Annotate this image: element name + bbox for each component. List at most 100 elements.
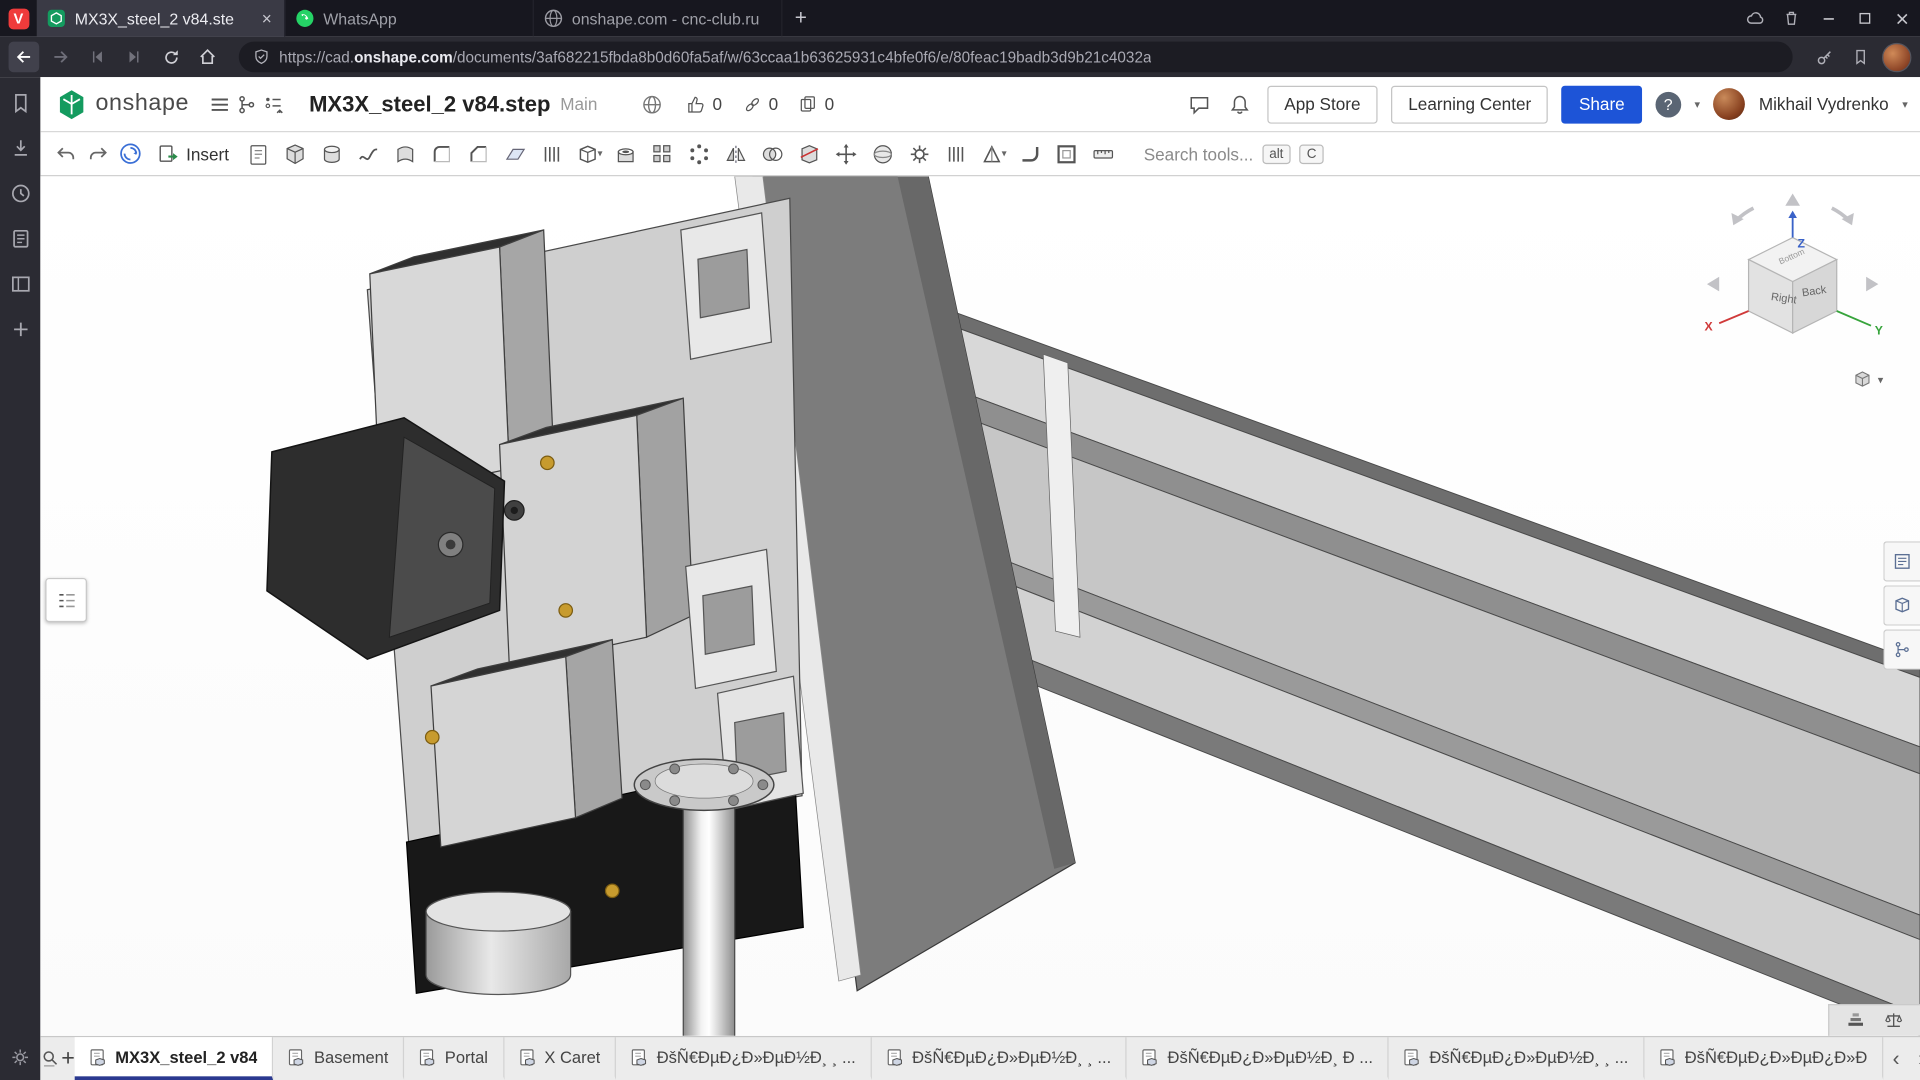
- search-tabs-button[interactable]: [40, 1037, 61, 1080]
- browser-tab[interactable]: WhatsApp: [285, 0, 534, 37]
- tab-close-icon[interactable]: ×: [259, 9, 274, 29]
- globe-favicon-icon: [544, 9, 564, 29]
- scroll-tabs-left-button[interactable]: ‹: [1883, 1037, 1909, 1080]
- parts-panel-toggle[interactable]: [1883, 541, 1920, 581]
- public-globe-icon[interactable]: [639, 91, 666, 118]
- element-tab[interactable]: ÐšÑ€ÐµÐ¿Ð»ÐµÐ½Ð¸ ¸ ...: [616, 1037, 871, 1080]
- browser-menu-button[interactable]: V: [0, 0, 37, 37]
- view-options-button[interactable]: ▾: [1848, 367, 1888, 391]
- tool-circular-pattern-button[interactable]: [681, 137, 718, 171]
- tool-thread-button[interactable]: [938, 137, 975, 171]
- sync-rotate-button[interactable]: [114, 138, 146, 170]
- search-tools[interactable]: Search tools... alt C: [1144, 144, 1324, 164]
- element-tab[interactable]: Portal: [404, 1037, 504, 1080]
- user-menu-caret-icon[interactable]: ▾: [1902, 97, 1908, 110]
- workspace-name[interactable]: Main: [560, 94, 597, 114]
- sync-cloud-icon[interactable]: [1736, 0, 1773, 37]
- new-tab-button[interactable]: +: [782, 0, 819, 37]
- element-tab[interactable]: ÐšÑ€ÐµÐ¿Ð»ÐµÐ¿Ð»Ð: [1644, 1037, 1883, 1080]
- minimize-button[interactable]: [1810, 0, 1847, 37]
- tool-chamfer-button[interactable]: [460, 137, 497, 171]
- tool-sheet-metal-button[interactable]: [1011, 137, 1048, 171]
- tool-surface-button[interactable]: [865, 137, 902, 171]
- layers-icon[interactable]: [1846, 1010, 1867, 1031]
- tool-hole-button[interactable]: [607, 137, 644, 171]
- element-tab[interactable]: ÐšÑ€ÐµÐ¿Ð»ÐµÐ½Ð¸ Ð ...: [1127, 1037, 1389, 1080]
- versions-panel-toggle[interactable]: [1883, 629, 1920, 669]
- reload-button[interactable]: [156, 42, 187, 73]
- insert-button[interactable]: Insert: [146, 142, 240, 165]
- element-tab[interactable]: ÐšÑ€ÐµÐ¿Ð»ÐµÐ½Ð¸ ¸ ...: [1389, 1037, 1644, 1080]
- follow-mode-icon[interactable]: [260, 91, 287, 118]
- address-bar[interactable]: https://cad.onshape.com/documents/3af682…: [239, 42, 1793, 73]
- shield-icon[interactable]: [252, 48, 270, 66]
- passwords-key-icon[interactable]: [1809, 42, 1840, 73]
- windows-panel-icon[interactable]: [9, 273, 31, 295]
- links-stat[interactable]: 0: [742, 94, 778, 115]
- tool-alignment-button[interactable]: ▾: [975, 137, 1012, 171]
- tool-boolean-button[interactable]: [754, 137, 791, 171]
- history-panel-icon[interactable]: [9, 182, 31, 204]
- tool-appearance-button[interactable]: [901, 137, 938, 171]
- feature-tree-toggle[interactable]: [45, 578, 87, 622]
- graphics-viewport[interactable]: Right Back Bottom Z X Y ▾: [40, 176, 1920, 1036]
- element-tab[interactable]: ÐšÑ€ÐµÐ¿Ð»ÐµÐ½Ð¸ ¸ ...: [872, 1037, 1127, 1080]
- model-canvas[interactable]: [40, 176, 1920, 1036]
- bookmarks-panel-icon[interactable]: [9, 92, 31, 114]
- home-button[interactable]: [192, 42, 223, 73]
- learning-center-button[interactable]: Learning Center: [1391, 85, 1548, 123]
- maximize-button[interactable]: [1847, 0, 1884, 37]
- likes-stat[interactable]: 0: [686, 94, 722, 115]
- browser-tab[interactable]: onshape.com - cnc-club.ru: [534, 0, 783, 37]
- app-store-button[interactable]: App Store: [1267, 85, 1378, 123]
- configurations-panel-toggle[interactable]: [1883, 585, 1920, 625]
- undo-button[interactable]: [50, 138, 82, 170]
- notifications-bell-icon[interactable]: [1227, 91, 1254, 118]
- tool-draft-button[interactable]: [497, 137, 534, 171]
- tool-rib-button[interactable]: [534, 137, 571, 171]
- tool-loft-button[interactable]: [387, 137, 424, 171]
- tool-sketch-button[interactable]: [240, 137, 277, 171]
- tool-mirror-button[interactable]: [718, 137, 755, 171]
- tool-split-button[interactable]: [791, 137, 828, 171]
- tool-fillet-button[interactable]: [424, 137, 461, 171]
- redo-button[interactable]: [82, 138, 114, 170]
- help-caret-icon[interactable]: ▾: [1695, 97, 1701, 110]
- mass-properties-scale-icon[interactable]: [1883, 1010, 1904, 1031]
- versions-tree-icon[interactable]: [233, 91, 260, 118]
- user-avatar[interactable]: [1714, 88, 1746, 120]
- forward-button[interactable]: [45, 42, 76, 73]
- scroll-tabs-right-button[interactable]: ›: [1909, 1037, 1920, 1080]
- tool-revolve-button[interactable]: [313, 137, 350, 171]
- tool-transform-button[interactable]: [828, 137, 865, 171]
- fast-forward-button[interactable]: [119, 42, 150, 73]
- view-cube[interactable]: Right Back Bottom Z X Y: [1695, 184, 1891, 380]
- element-tab[interactable]: MX3X_steel_2 v84: [75, 1037, 274, 1080]
- tool-shell-button[interactable]: ▾: [571, 137, 608, 171]
- back-button[interactable]: [9, 42, 40, 73]
- settings-gear-icon[interactable]: [9, 1047, 31, 1069]
- element-tab[interactable]: Basement: [274, 1037, 405, 1080]
- onshape-logo[interactable]: onshape: [55, 88, 189, 121]
- trash-icon[interactable]: [1773, 0, 1810, 37]
- browser-profile-avatar[interactable]: [1882, 42, 1911, 71]
- rewind-button[interactable]: [82, 42, 113, 73]
- bookmark-page-icon[interactable]: [1845, 42, 1876, 73]
- add-element-button[interactable]: +: [61, 1037, 75, 1080]
- main-menu-icon[interactable]: [206, 91, 233, 118]
- notes-panel-icon[interactable]: [9, 228, 31, 250]
- close-button[interactable]: [1883, 0, 1920, 37]
- downloads-panel-icon[interactable]: [9, 137, 31, 159]
- browser-tab[interactable]: MX3X_steel_2 v84.ste×: [37, 0, 286, 37]
- add-panel-icon[interactable]: [9, 318, 31, 340]
- comments-icon[interactable]: [1186, 91, 1213, 118]
- tool-frame-button[interactable]: [1048, 137, 1085, 171]
- element-tab[interactable]: X Caret: [504, 1037, 616, 1080]
- tool-measure-button[interactable]: [1085, 137, 1122, 171]
- tool-extrude-button[interactable]: [277, 137, 314, 171]
- share-button[interactable]: Share: [1562, 85, 1642, 123]
- tool-sweep-button[interactable]: [350, 137, 387, 171]
- tool-linear-pattern-button[interactable]: [644, 137, 681, 171]
- copies-stat[interactable]: 0: [798, 94, 834, 115]
- help-button[interactable]: ?: [1655, 91, 1681, 117]
